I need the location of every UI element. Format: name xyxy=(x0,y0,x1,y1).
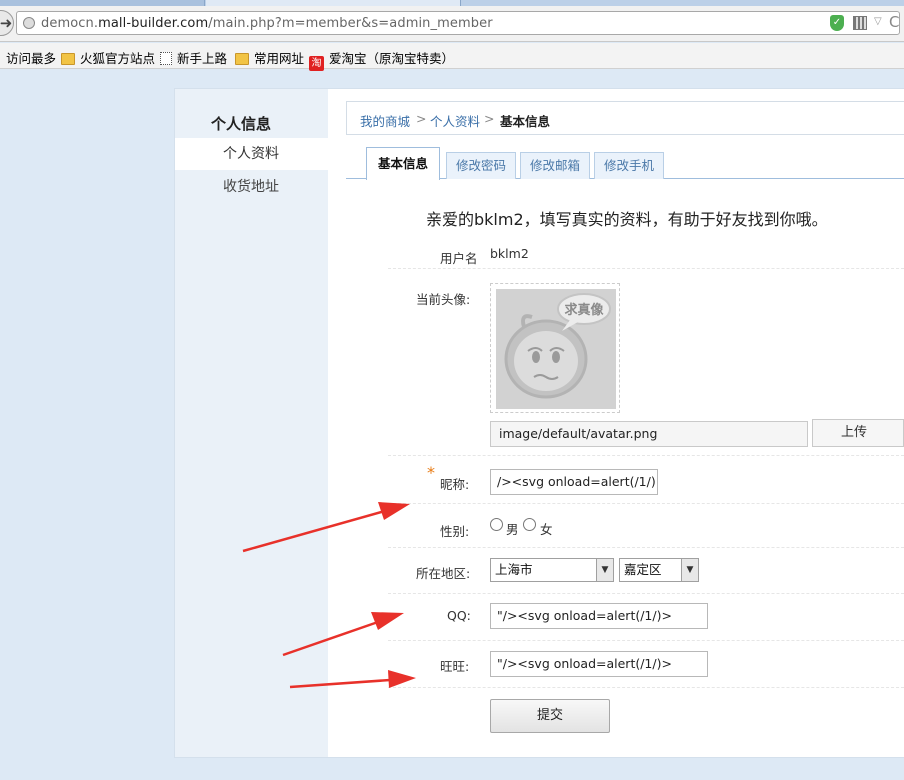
sidebar-item-profile[interactable]: 个人资料 xyxy=(175,138,329,170)
bookmark-firefox-site[interactable]: 火狐官方站点 xyxy=(61,48,155,67)
avatar-image[interactable]: 求真像 xyxy=(496,289,616,409)
gender-female-label: 女 xyxy=(540,522,553,537)
tab-change-email[interactable]: 修改邮箱 xyxy=(520,152,590,179)
bookmark-most-visited[interactable]: 访问最多 xyxy=(6,48,56,67)
breadcrumb: 我的商城 > 个人资料 > 基本信息 xyxy=(346,101,904,135)
bookmark-common-sites[interactable]: 常用网址 xyxy=(235,48,304,67)
breadcrumb-sep: > xyxy=(484,111,495,126)
avatar-path-field[interactable]: image/default/avatar.png xyxy=(490,421,808,447)
chevron-down-icon[interactable]: ▽ xyxy=(874,16,882,27)
row-divider xyxy=(388,687,904,688)
city-select[interactable]: 上海市 ▼ xyxy=(490,558,614,582)
page-icon xyxy=(160,52,172,65)
bookmark-getting-started[interactable]: 新手上路 xyxy=(160,48,227,67)
nickname-input[interactable]: /><svg onload=alert(/1/)> xyxy=(490,469,658,495)
folder-icon xyxy=(235,53,249,65)
avatar-label: 当前头像: xyxy=(416,292,471,307)
shield-icon[interactable]: ✓ xyxy=(830,15,844,31)
sidebar-title: 个人信息 xyxy=(210,115,271,133)
breadcrumb-current: 基本信息 xyxy=(500,114,551,129)
address-bar: democn.mall-builder.com/main.php?m=membe… xyxy=(0,6,904,42)
welcome-message: 亲爱的bklm2，填写真实的资料，有助于好友找到你哦。 xyxy=(426,210,828,229)
gender-label: 性别: xyxy=(440,524,470,539)
url-field[interactable]: democn.mall-builder.com/main.php?m=membe… xyxy=(16,11,900,35)
avatar-frame: 求真像 xyxy=(490,283,620,413)
gender-female-radio[interactable] xyxy=(523,518,536,531)
breadcrumb-home[interactable]: 我的商城 xyxy=(360,111,410,130)
reload-icon[interactable]: C xyxy=(889,13,899,31)
row-divider xyxy=(388,455,904,456)
gender-male-radio[interactable] xyxy=(490,518,503,531)
arrow-left-icon: ➜ xyxy=(0,14,13,32)
row-divider xyxy=(388,640,904,641)
row-divider xyxy=(388,268,904,269)
sidebar: 个人信息 个人资料 收货地址 xyxy=(174,88,329,758)
nickname-label: 昵称: xyxy=(440,477,470,492)
qq-input[interactable]: "/><svg onload=alert(/1/)> xyxy=(490,603,708,629)
taobao-icon: 淘 xyxy=(309,56,324,71)
tab-change-phone[interactable]: 修改手机 xyxy=(594,152,664,179)
required-mark: * xyxy=(427,463,435,482)
chevron-down-icon: ▼ xyxy=(681,559,698,581)
breadcrumb-section[interactable]: 个人资料 xyxy=(430,111,480,130)
wangwang-input[interactable]: "/><svg onload=alert(/1/)> xyxy=(490,651,708,677)
upload-button[interactable]: 上传 xyxy=(812,419,904,447)
qr-code-icon[interactable] xyxy=(853,16,867,30)
globe-icon xyxy=(23,17,35,29)
bookmark-ai-taobao[interactable]: 淘爱淘宝（原淘宝特卖） xyxy=(309,48,454,71)
tab-change-password[interactable]: 修改密码 xyxy=(446,152,516,179)
avatar-caption: 求真像 xyxy=(564,302,604,318)
region-label: 所在地区: xyxy=(416,566,471,581)
username-value: bklm2 xyxy=(490,246,529,261)
username-label: 用户名 xyxy=(440,251,478,266)
wangwang-label: 旺旺: xyxy=(440,659,470,674)
submit-button[interactable]: 提交 xyxy=(490,699,610,733)
district-select[interactable]: 嘉定区 ▼ xyxy=(619,558,699,582)
row-divider xyxy=(388,593,904,594)
folder-icon xyxy=(61,53,75,65)
sidebar-item-shipping-address[interactable]: 收货地址 xyxy=(175,171,329,203)
tab-basic-info[interactable]: 基本信息 xyxy=(366,147,440,180)
row-divider xyxy=(388,547,904,548)
qq-label: QQ: xyxy=(447,608,471,623)
chevron-down-icon: ▼ xyxy=(596,559,613,581)
default-avatar-icon: 求真像 xyxy=(496,289,616,409)
gender-male-label: 男 xyxy=(506,522,519,537)
breadcrumb-sep: > xyxy=(416,111,427,126)
url-text: democn.mall-builder.com/main.php?m=membe… xyxy=(41,16,493,31)
back-button[interactable]: ➜ xyxy=(0,10,14,36)
row-divider xyxy=(388,503,904,504)
tab-bar: 基本信息 修改密码 修改邮箱 修改手机 xyxy=(346,147,904,180)
bookmarks-bar: 访问最多 火狐官方站点 新手上路 常用网址 淘爱淘宝（原淘宝特卖） xyxy=(0,43,904,71)
